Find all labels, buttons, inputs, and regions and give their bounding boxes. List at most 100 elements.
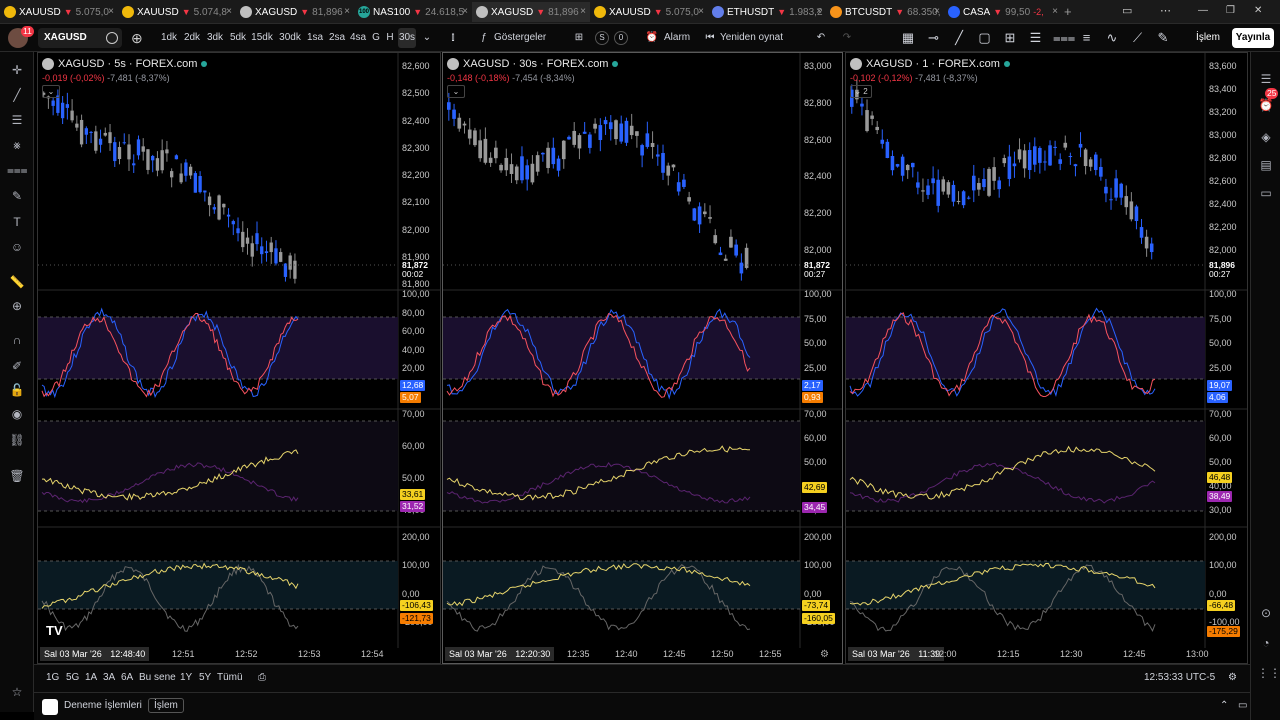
counter-0[interactable]: 0 <box>614 31 628 45</box>
zoom-icon[interactable]: ⊕ <box>7 296 27 316</box>
interval-1dk[interactable]: 1dk <box>160 28 178 48</box>
chart-canvas[interactable] <box>846 53 1248 664</box>
apps-icon[interactable]: ⋮⋮ <box>1257 664 1280 682</box>
ruler-icon[interactable]: ⩶ <box>1053 28 1075 48</box>
trash-icon[interactable]: 🗑 <box>7 466 27 486</box>
close-tab-icon[interactable]: × <box>462 6 468 17</box>
interval-30s[interactable]: 30s <box>398 28 416 48</box>
range-6A[interactable]: 6A <box>121 672 133 683</box>
settings-icon[interactable]: ⚙ <box>1228 672 1237 683</box>
close-tab-icon[interactable]: × <box>580 6 586 17</box>
chart-panel-2[interactable]: XAGUSD · 30s · FOREX.com -0,148 (-0,18%) … <box>442 52 843 664</box>
collapse-legend-button[interactable]: ⌄ <box>447 85 465 98</box>
tab-xauusd-5[interactable]: XAUUSD ▼ 5.075,0 × <box>590 2 708 22</box>
redo-icon[interactable]: ↷ <box>840 28 854 48</box>
interval-4sa[interactable]: 4sa <box>349 28 367 48</box>
news-icon[interactable]: ▤ <box>1257 156 1275 174</box>
range-5G[interactable]: 5G <box>66 672 79 683</box>
layout-switch-icon[interactable]: ▭ <box>1122 4 1132 17</box>
crosshair-line-icon[interactable]: ⊸ <box>926 28 942 48</box>
chart-canvas[interactable] <box>443 53 843 664</box>
interval-G[interactable]: G <box>371 28 381 48</box>
alarm-button[interactable]: Alarm <box>664 28 694 48</box>
tab-casa-8[interactable]: CASA ▼ 99,50 -2, × <box>944 2 1062 22</box>
trade-panel-button[interactable]: İşlem <box>148 698 184 713</box>
chat-icon[interactable]: ▭ <box>1257 184 1275 202</box>
collapse-legend-button[interactable]: ⌄ 2 <box>850 85 872 98</box>
brush-tool-icon[interactable]: ✎ <box>7 186 27 206</box>
close-tab-icon[interactable]: × <box>698 6 704 17</box>
goto-date-icon[interactable]: ⎙ <box>258 672 266 683</box>
tab-xauusd-0[interactable]: XAUUSD ▼ 5.075,0 × <box>0 2 118 22</box>
close-tab-icon[interactable]: × <box>108 6 114 17</box>
lock-icon[interactable]: 🔓 <box>7 380 27 400</box>
compare-icon[interactable] <box>106 32 118 44</box>
clock-label[interactable]: 12:53:33 UTC-5 <box>1144 672 1215 683</box>
close-tab-icon[interactable]: × <box>1052 6 1058 17</box>
close-tab-icon[interactable]: × <box>816 6 822 17</box>
text-tool-icon[interactable]: T <box>7 212 27 232</box>
paper-trading-label[interactable]: Deneme İşlemleri <box>64 700 142 711</box>
collapse-legend-button[interactable]: ⌄ <box>42 85 60 98</box>
replay-button[interactable]: Yeniden oynat <box>720 28 784 48</box>
lock-draw-icon[interactable]: ✐ <box>7 356 27 376</box>
star-icon[interactable]: ☆ <box>7 682 27 702</box>
close-window-icon[interactable]: ✕ <box>1254 5 1262 16</box>
ruler-tool-icon[interactable]: 📏 <box>7 272 27 292</box>
fib-icon[interactable]: ☰ <box>1028 28 1044 48</box>
minimize-icon[interactable]: — <box>1198 5 1208 16</box>
tab-btcusdt-7[interactable]: BTCUSDT ▼ 68.350, × <box>826 2 944 22</box>
chart-title[interactable]: XAGUSD · 1 · FOREX.com <box>850 58 1010 70</box>
pattern-tool-icon[interactable]: ⨳ <box>7 135 27 155</box>
layers-icon[interactable]: ◈ <box>1257 128 1275 146</box>
interval-dropdown-icon[interactable]: ⌄ <box>422 28 432 48</box>
interval-1sa[interactable]: 1sa <box>306 28 324 48</box>
interval-H[interactable]: H <box>385 28 395 48</box>
tab-ethusdt-6[interactable]: ETHUSDT ▼ 1.983,2 × <box>708 2 826 22</box>
chart-settings-icon[interactable]: ⚙ <box>820 649 829 660</box>
rectangle-icon[interactable]: ▢ <box>977 28 993 48</box>
ideas-icon[interactable]: ⊙ <box>1257 604 1275 622</box>
interval-2sa[interactable]: 2sa <box>328 28 346 48</box>
fib-tool-icon[interactable]: ☰ <box>7 110 27 130</box>
interval-5dk[interactable]: 5dk <box>228 28 248 48</box>
layout-icon[interactable]: ⊞ <box>572 28 586 48</box>
link-icon[interactable]: ⛓ <box>7 430 27 450</box>
paper-trading-icon[interactable] <box>42 699 58 715</box>
chart-canvas[interactable] <box>38 53 441 664</box>
expand-panel-icon[interactable]: ⌃ <box>1220 700 1228 711</box>
range-Tümü[interactable]: Tümü <box>217 672 243 683</box>
restore-icon[interactable]: ❐ <box>1226 5 1235 16</box>
undo-icon[interactable]: ↶ <box>814 28 828 48</box>
close-tab-icon[interactable]: × <box>226 6 232 17</box>
trend-line-icon[interactable]: ╱ <box>951 28 967 48</box>
publish-button[interactable]: Yayınla <box>1232 28 1274 48</box>
chart-title[interactable]: XAGUSD · 30s · FOREX.com <box>447 58 619 70</box>
chart-panel-3[interactable]: XAGUSD · 1 · FOREX.com -0,102 (-0,12%) -7… <box>845 52 1248 664</box>
more-icon[interactable]: ⋯ <box>1160 4 1171 17</box>
range-3A[interactable]: 3A <box>103 672 115 683</box>
interval-2dk[interactable]: 2dk <box>182 28 202 48</box>
close-tab-icon[interactable]: × <box>934 6 940 17</box>
tab-xagusd-4[interactable]: XAGUSD ▼ 81,896 × <box>472 2 590 22</box>
interval-30dk[interactable]: 30dk <box>278 28 302 48</box>
interval-3dk[interactable]: 3dk <box>205 28 225 48</box>
grid-icon[interactable]: ▦ <box>900 28 916 48</box>
path-icon[interactable]: ∿ <box>1104 28 1120 48</box>
layout-grid-icon[interactable]: ⊞ <box>1002 28 1018 48</box>
brush-icon[interactable]: ⟋ <box>1130 28 1146 48</box>
watchlist-icon[interactable]: ☰ <box>1257 70 1275 88</box>
range-1A[interactable]: 1A <box>85 672 97 683</box>
eye-icon[interactable]: ◉ <box>7 404 27 424</box>
interval-15dk[interactable]: 15dk <box>250 28 274 48</box>
idea-icon[interactable]: ◔ <box>1257 634 1275 652</box>
range-1G[interactable]: 1G <box>46 672 59 683</box>
crosshair-icon[interactable]: ✛ <box>7 60 27 80</box>
tab-xauusd-1[interactable]: XAUUSD ▼ 5.074,8 × <box>118 2 236 22</box>
pencil-icon[interactable]: ✎ <box>1155 28 1171 48</box>
trend-line-tool-icon[interactable]: ╱ <box>7 85 27 105</box>
candle-type-icon[interactable]: ⫾ <box>446 28 460 48</box>
chart-title[interactable]: XAGUSD · 5s · FOREX.com <box>42 58 208 70</box>
trade-button[interactable]: İşlem <box>1196 28 1220 48</box>
measure-tool-icon[interactable]: ⩶ <box>7 160 28 180</box>
